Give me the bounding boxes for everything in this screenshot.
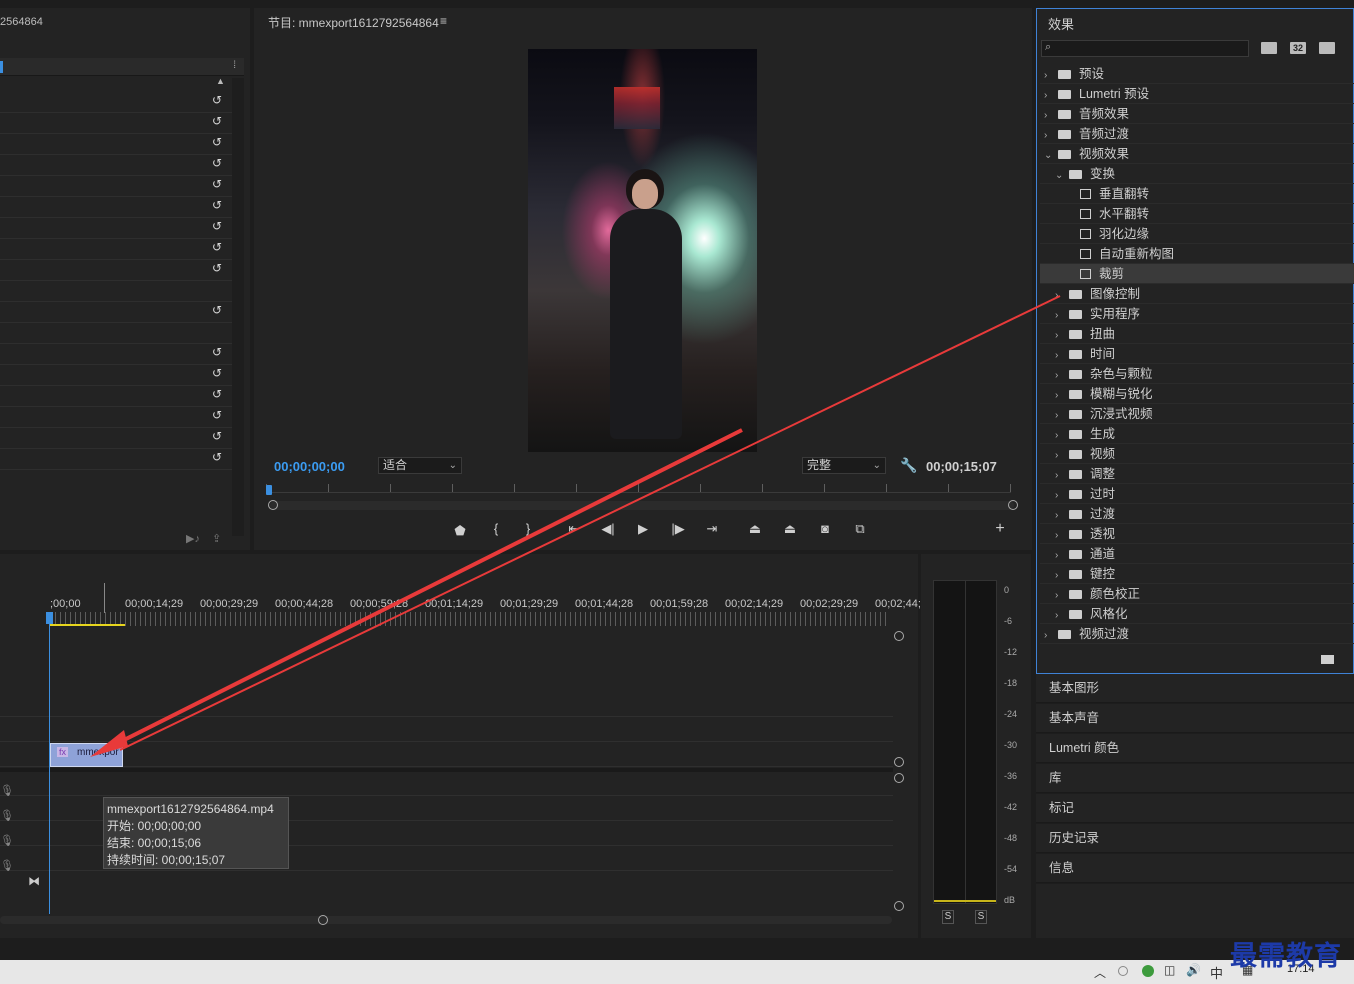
arrow-thin-line [119, 295, 1061, 751]
taskbar: ︿ ◫ 🔊 中 ▦ [0, 960, 1354, 984]
tray-security-icon[interactable] [1142, 965, 1154, 977]
chevron-up-icon[interactable]: ︿ [1094, 964, 1106, 981]
watermark-logo: 最需教育 [1230, 941, 1342, 972]
network-icon[interactable]: ◫ [1164, 963, 1175, 977]
annotation-arrow [90, 295, 1061, 757]
arrow-head [90, 730, 128, 757]
ime-indicator[interactable]: 中 [1210, 963, 1223, 982]
arrow-shaft [99, 428, 743, 754]
volume-icon[interactable]: 🔊 [1186, 963, 1201, 977]
tray-icon[interactable] [1118, 966, 1128, 976]
